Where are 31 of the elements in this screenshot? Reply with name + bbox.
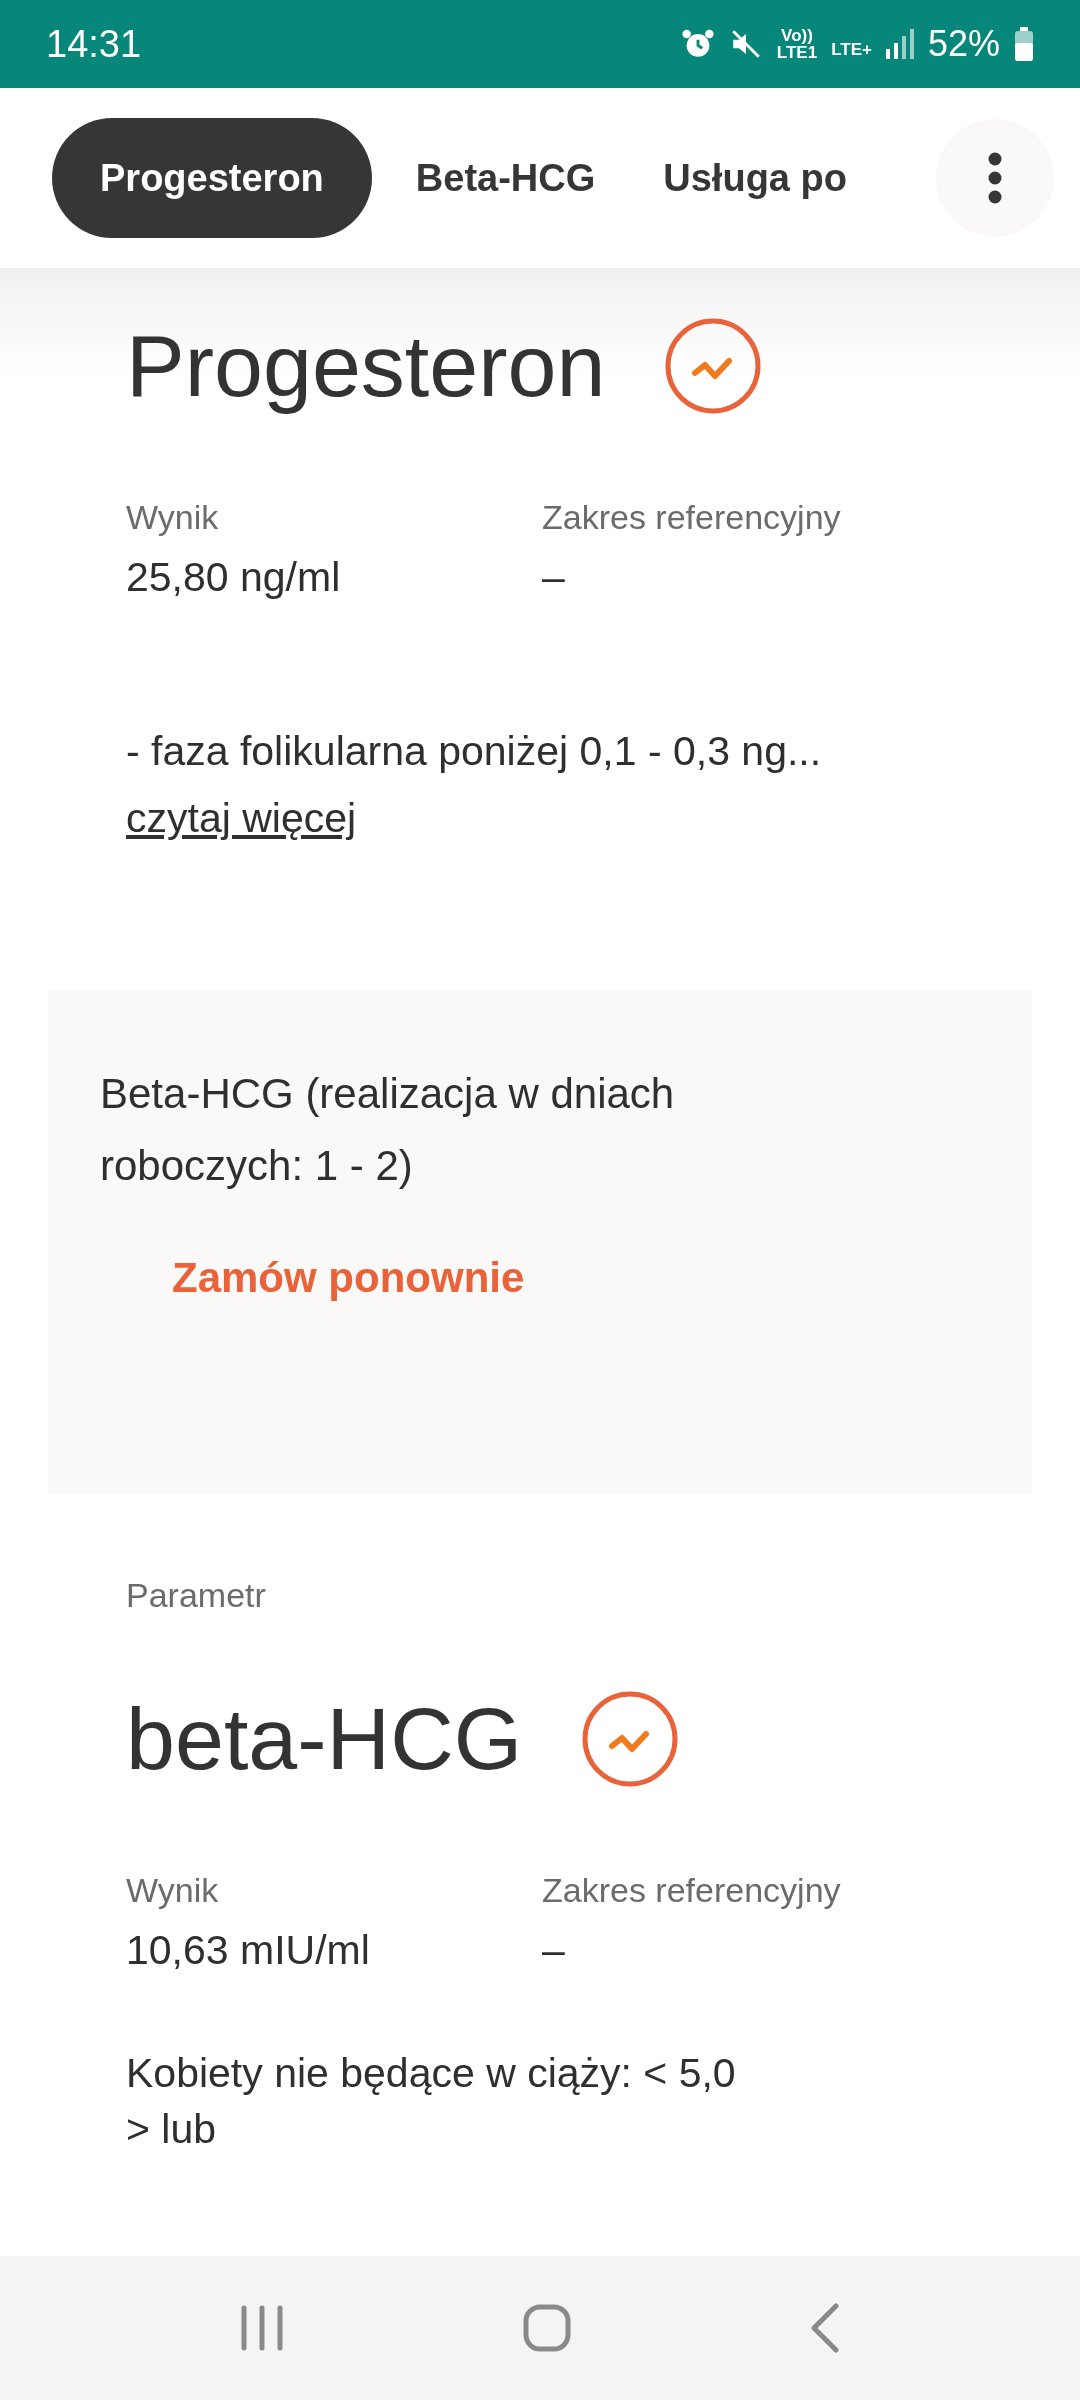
parameter-title: beta-HCG (126, 1687, 523, 1790)
status-time: 14:31 (46, 21, 142, 67)
result-label: Wynik (126, 1869, 220, 1911)
lte-plus-label: LTE+ (831, 39, 872, 61)
read-more-link[interactable]: czytaj więcej (126, 788, 357, 850)
result-title: Progesteron (126, 315, 606, 417)
result-label: Wynik (126, 497, 220, 538)
tab[interactable]: Beta-HCG (381, 118, 630, 238)
battery-percent: 52% (927, 22, 1000, 66)
tab[interactable]: Progesteron (52, 118, 372, 238)
back-icon[interactable] (810, 2303, 841, 2353)
range-value: – (542, 553, 566, 602)
signal-icon (885, 29, 914, 59)
chart-icon[interactable] (582, 1690, 679, 1787)
result-value: 10,63 mIU/ml (126, 1925, 371, 1975)
order-text: Beta-HCG (realizacja w dniach roboczych: 1 - 2) (100, 1068, 676, 1191)
volte-label: Vo)) (781, 27, 813, 44)
recent-apps-icon[interactable] (239, 2304, 284, 2352)
parameter-caption: Parametr (126, 1574, 267, 1616)
range-label: Zakres referencyjny (542, 497, 842, 538)
chart-icon[interactable] (665, 318, 762, 414)
range-label: Zakres referencyjny (542, 1869, 842, 1911)
lte1-label: LTE1 (776, 44, 818, 61)
home-icon[interactable] (523, 2304, 571, 2352)
parameter-description: Kobiety nie będące w ciąży: < 5,0 > lub (126, 2049, 737, 2154)
range-value: – (542, 1925, 566, 1975)
tab[interactable]: Usługa po (629, 118, 881, 238)
result-value: 25,80 ng/ml (126, 553, 342, 602)
more-icon (988, 152, 1002, 204)
battery-icon (1014, 27, 1034, 61)
reference-description: - faza folikularna poniżej 0,1 - 0,3 ng... (126, 726, 823, 776)
